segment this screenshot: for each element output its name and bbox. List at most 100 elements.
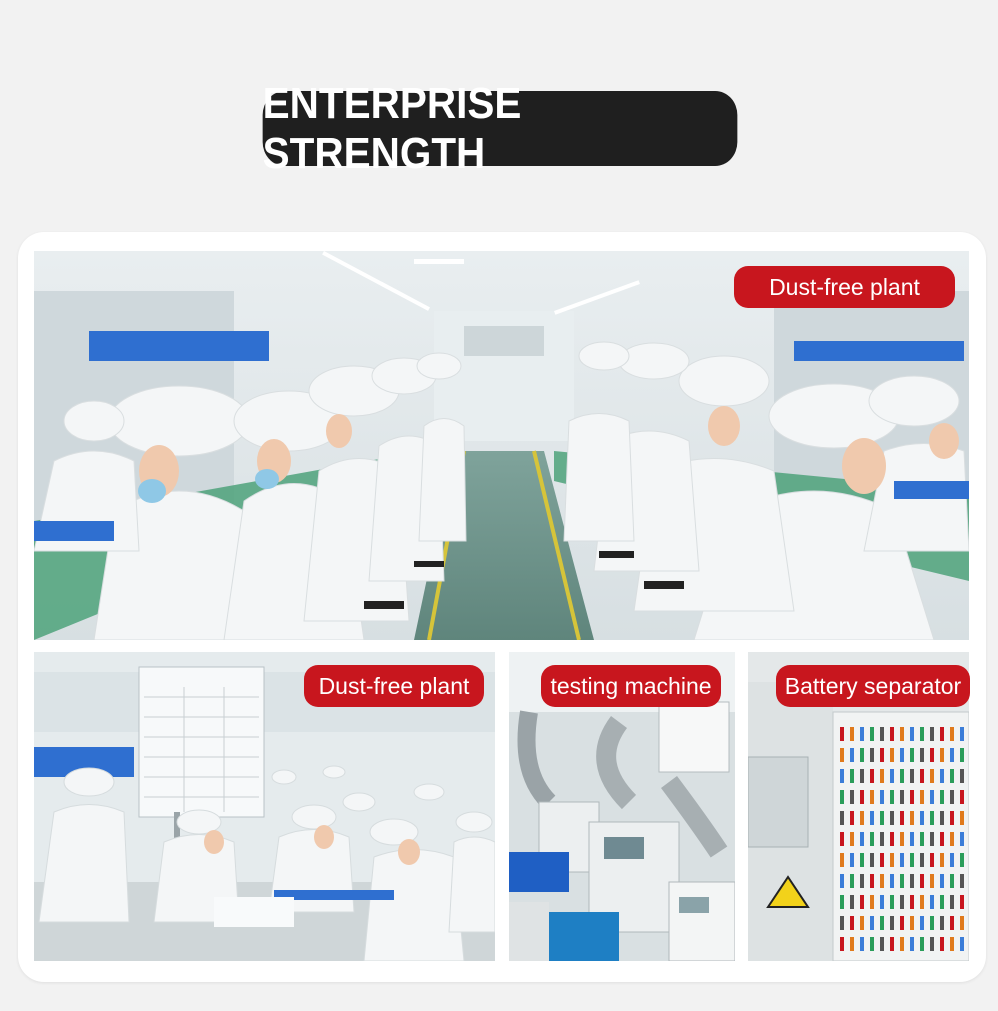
main-plant-photo xyxy=(34,251,969,640)
main-photo-label: Dust-free plant xyxy=(734,266,955,308)
battery-channel xyxy=(920,874,924,888)
battery-channel xyxy=(920,790,924,804)
bottom-left-photo-label-text: Dust-free plant xyxy=(318,672,470,699)
battery-channel xyxy=(930,874,934,888)
battery-channel xyxy=(930,916,934,930)
battery-channel xyxy=(960,895,964,909)
battery-channel xyxy=(920,811,924,825)
battery-channel xyxy=(960,853,964,867)
battery-channel xyxy=(880,727,884,741)
battery-channel xyxy=(870,874,874,888)
battery-channel xyxy=(940,937,944,951)
battery-channel xyxy=(960,916,964,930)
battery-channel xyxy=(910,727,914,741)
battery-channel xyxy=(850,832,854,846)
battery-channel xyxy=(870,769,874,783)
battery-channel xyxy=(850,874,854,888)
battery-channel xyxy=(850,853,854,867)
battery-channel xyxy=(930,769,934,783)
battery-channel xyxy=(900,853,904,867)
battery-channel xyxy=(900,832,904,846)
battery-channel xyxy=(890,769,894,783)
battery-channel xyxy=(940,832,944,846)
battery-channel xyxy=(850,748,854,762)
battery-channel xyxy=(870,727,874,741)
battery-channel xyxy=(880,769,884,783)
battery-channel xyxy=(910,853,914,867)
bottom-middle-photo-label: testing machine xyxy=(541,665,721,707)
battery-channel xyxy=(950,895,954,909)
battery-channel xyxy=(860,811,864,825)
battery-channel xyxy=(850,769,854,783)
battery-channel xyxy=(940,769,944,783)
battery-channel xyxy=(950,727,954,741)
battery-channel xyxy=(860,874,864,888)
battery-channel xyxy=(950,874,954,888)
bottom-left-photo-label: Dust-free plant xyxy=(304,665,484,707)
battery-channel xyxy=(930,895,934,909)
battery-channel xyxy=(920,727,924,741)
battery-channel xyxy=(870,748,874,762)
battery-channel xyxy=(880,874,884,888)
battery-channel xyxy=(960,811,964,825)
bottom-right-photo-label: Battery separator xyxy=(776,665,970,707)
battery-channel xyxy=(960,937,964,951)
battery-channel xyxy=(860,916,864,930)
battery-channel xyxy=(900,895,904,909)
battery-channel xyxy=(960,874,964,888)
battery-channel xyxy=(890,916,894,930)
battery-channel xyxy=(890,790,894,804)
battery-channel xyxy=(900,790,904,804)
battery-channel xyxy=(840,937,844,951)
battery-channel xyxy=(870,916,874,930)
battery-channel xyxy=(960,790,964,804)
battery-channel xyxy=(870,853,874,867)
battery-channel xyxy=(850,916,854,930)
battery-channel xyxy=(950,853,954,867)
battery-channel xyxy=(940,811,944,825)
battery-channel xyxy=(860,727,864,741)
battery-channel xyxy=(920,748,924,762)
battery-channel xyxy=(930,811,934,825)
battery-channel xyxy=(900,811,904,825)
battery-channel xyxy=(930,832,934,846)
battery-channel xyxy=(910,874,914,888)
battery-channel xyxy=(870,895,874,909)
battery-channel xyxy=(930,748,934,762)
battery-channel xyxy=(860,769,864,783)
battery-channel xyxy=(940,874,944,888)
battery-channel xyxy=(910,895,914,909)
battery-channel xyxy=(960,832,964,846)
battery-channel xyxy=(850,937,854,951)
battery-channel xyxy=(950,811,954,825)
battery-channel xyxy=(840,874,844,888)
battery-channel xyxy=(950,769,954,783)
battery-channel xyxy=(910,769,914,783)
battery-channel xyxy=(840,916,844,930)
battery-channel xyxy=(840,811,844,825)
battery-channel xyxy=(890,748,894,762)
main-plant-illustration xyxy=(34,251,969,640)
battery-channel xyxy=(840,727,844,741)
battery-channel xyxy=(940,895,944,909)
battery-channel xyxy=(950,937,954,951)
battery-channel xyxy=(860,853,864,867)
battery-channel xyxy=(850,895,854,909)
page-title-text: ENTERPRISE STRENGTH xyxy=(262,78,522,178)
battery-channel xyxy=(880,811,884,825)
battery-channel xyxy=(930,937,934,951)
battery-channel xyxy=(880,895,884,909)
battery-channel xyxy=(870,811,874,825)
battery-channel xyxy=(890,811,894,825)
main-photo-label-text: Dust-free plant xyxy=(769,273,920,300)
battery-channel xyxy=(860,895,864,909)
page-title: ENTERPRISE STRENGTH xyxy=(262,79,738,178)
battery-channel xyxy=(860,748,864,762)
battery-channel xyxy=(860,832,864,846)
battery-channel xyxy=(930,727,934,741)
battery-channel xyxy=(920,832,924,846)
battery-channel xyxy=(950,916,954,930)
battery-channel xyxy=(920,769,924,783)
battery-channel xyxy=(950,748,954,762)
battery-channel xyxy=(910,937,914,951)
